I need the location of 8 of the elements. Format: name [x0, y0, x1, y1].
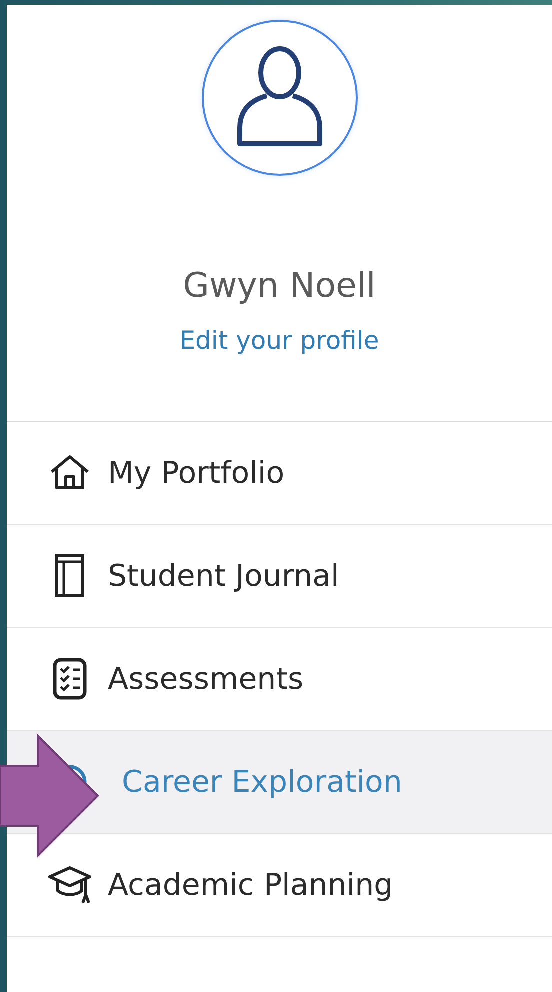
- notebook-icon: [55, 554, 85, 598]
- menu-item[interactable]: Career Exploration: [7, 731, 552, 833]
- edit-profile-link[interactable]: Edit your profile: [180, 326, 380, 355]
- pointer-arrow-icon: [0, 734, 100, 858]
- house-icon: [50, 455, 90, 491]
- user-name: Gwyn Noell: [183, 266, 376, 306]
- graduation-cap-icon: [48, 865, 92, 905]
- checklist-icon: [53, 658, 87, 700]
